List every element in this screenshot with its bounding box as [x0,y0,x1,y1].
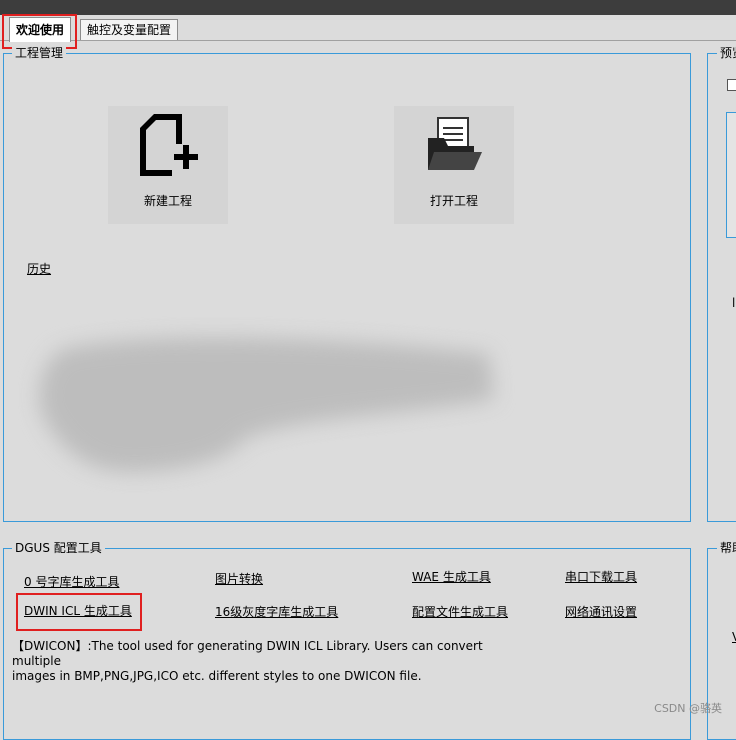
tool-description-line-1: 【DWICON】:The tool used for generating DW… [12,639,483,668]
wae-tool-link[interactable]: WAE 生成工具 [412,568,491,585]
tool-description-line-2: images in BMP,PNG,JPG,ICO etc. different… [12,669,422,683]
blurred-history-list [39,337,494,472]
window-titlebar [0,0,736,15]
font-lib-0-tool-link[interactable]: 0 号字库生成工具 [24,573,119,590]
tab-welcome[interactable]: 欢迎使用 [9,17,72,42]
tab-touch-variable-config[interactable]: 触控及变量配置 [80,19,179,40]
image-convert-link[interactable]: 图片转换 [215,570,263,587]
help-edge-link[interactable]: V [732,630,736,644]
dgus-tools-title: DGUS 配置工具 [12,541,105,555]
watermark: CSDN @骆英 [654,702,722,715]
open-folder-icon [428,117,482,170]
open-project-button[interactable]: 打开工程 [394,106,514,224]
project-management-group: 工程管理 新建工程 打开工程 历史 [3,46,691,522]
new-project-label: 新建工程 [143,194,192,208]
tool-description: 【DWICON】:The tool used for generating DW… [12,639,512,684]
preview-checkbox[interactable] [727,79,736,91]
preview-pane [726,112,736,238]
new-file-icon [140,114,198,176]
preview-edge-text: l [732,296,736,310]
network-settings-link[interactable]: 网络通讯设置 [565,603,637,620]
new-project-button[interactable]: 新建工程 [108,106,228,224]
project-management-title: 工程管理 [12,46,67,60]
config-file-tool-link[interactable]: 配置文件生成工具 [412,603,508,620]
open-project-label: 打开工程 [429,194,478,208]
tab-strip: 欢迎使用 触控及变量配置 [0,15,736,42]
serial-download-tool-link[interactable]: 串口下载工具 [565,568,637,585]
dwin-icl-tool-link[interactable]: DWIN ICL 生成工具 [24,602,132,619]
grayscale-font-tool-link[interactable]: 16级灰度字库生成工具 [215,603,338,620]
history-link[interactable]: 历史 [27,260,51,277]
help-title: 帮助 [717,541,736,555]
preview-title: 预览 [717,46,736,60]
